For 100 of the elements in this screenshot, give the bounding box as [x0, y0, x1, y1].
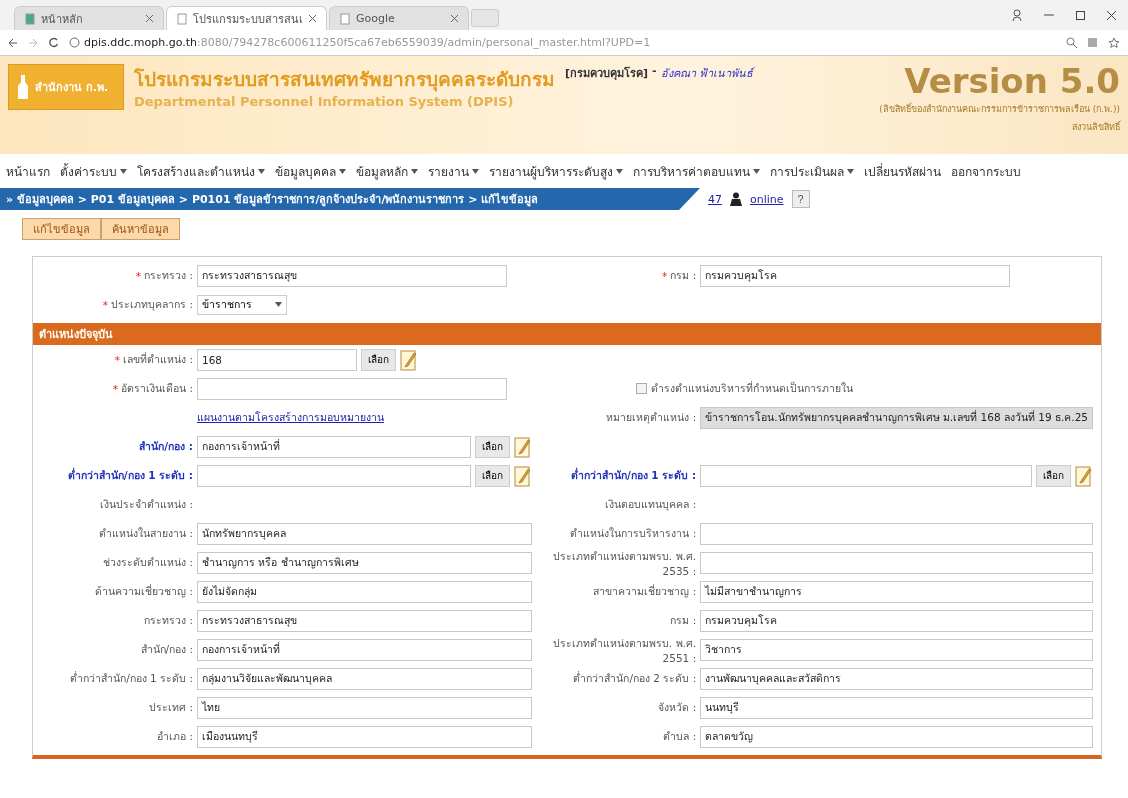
- menu-item[interactable]: รายงาน: [428, 161, 479, 181]
- required-mark: *: [112, 382, 119, 395]
- user-link[interactable]: อังคณา ฟ้าเนาพันธ์: [660, 64, 754, 82]
- breadcrumb: » ข้อมูลบุคคล > P01 ข้อมูลบุคคล > P0101 ข้อมูลข้าราชการ/ลูกจ้างประจำ/พนักงานราชการ > แก้ไขข้อมูล: [0, 188, 700, 210]
- field-label: หมายเหตุตำแหน่ง :: [606, 410, 697, 426]
- field-label: ตำบล :: [663, 729, 697, 744]
- department-name: [กรมควบคุมโรค]: [565, 65, 649, 82]
- browser-tab[interactable]: หน้าหลัก: [14, 6, 164, 30]
- menu-item[interactable]: รายงานผู้บริหารระดับสูง: [489, 161, 623, 181]
- star-icon[interactable]: [1108, 36, 1120, 49]
- browser-tab[interactable]: Google: [329, 6, 469, 30]
- address-bar[interactable]: dpis.ddc.moph.go.th:8080/794278c600611250f5ca67eb6559039/admin/personal_master.html?UPD=1: [69, 32, 1056, 53]
- input-field[interactable]: เมืองนนทบุรี: [197, 725, 533, 748]
- menu-item[interactable]: โครงสร้างและตำแหน่ง: [137, 161, 265, 181]
- field-label: ต่ำกว่าสำนัก/กอง 2 ระดับ :: [573, 670, 697, 686]
- field-label: สาขาความเชี่ยวชาญ :: [593, 583, 697, 600]
- caret-icon: [339, 168, 346, 174]
- edit-icon[interactable]: [514, 464, 533, 487]
- input-field[interactable]: 168: [197, 348, 357, 371]
- input-field[interactable]: [197, 377, 507, 400]
- user-icon[interactable]: [1012, 9, 1022, 21]
- field-label: อัตราเงินเดือน :: [121, 381, 193, 396]
- field-label: ต่ำกว่าสำนัก/กอง 1 ระดับ :: [70, 670, 193, 686]
- input-field[interactable]: กรมควบคุมโรค: [700, 264, 1011, 287]
- input-field[interactable]: ตลาดขวัญ: [700, 725, 1093, 748]
- select-button[interactable]: เลือก: [475, 435, 511, 458]
- input-field[interactable]: [700, 551, 1093, 574]
- input-field[interactable]: กระทรวงสาธารณสุข: [197, 609, 533, 632]
- select-button[interactable]: เลือก: [475, 464, 511, 487]
- menu-item[interactable]: ข้อมูลบุคคล: [275, 161, 346, 181]
- input-field[interactable]: กองการเจ้าหน้าที่: [197, 638, 533, 661]
- section-header: ตำแหน่งปัจจุบัน: [33, 323, 1101, 345]
- field-label: เงินประจำตำแหน่ง :: [100, 497, 193, 512]
- input-field[interactable]: ไม่มีสาขาชำนาญการ: [700, 580, 1093, 603]
- input-field[interactable]: [700, 464, 1032, 487]
- menu-item[interactable]: ออกจากระบบ: [951, 161, 1021, 181]
- reload-icon[interactable]: [48, 37, 59, 48]
- field-label: ประเทศ :: [149, 700, 193, 715]
- input-field[interactable]: ไทย: [197, 696, 533, 719]
- forward-icon[interactable]: [28, 37, 38, 48]
- input-field[interactable]: นนทบุรี: [700, 696, 1093, 719]
- input-field[interactable]: กองการเจ้าหน้าที่: [197, 435, 472, 458]
- menu-item[interactable]: ข้อมูลหลัก: [356, 161, 418, 181]
- close-icon[interactable]: [146, 15, 153, 22]
- input-field[interactable]: นักทรัพยากรบุคคล: [197, 522, 533, 545]
- online-link[interactable]: online: [750, 192, 784, 206]
- caret-icon: [472, 168, 479, 174]
- select-button[interactable]: เลือก: [361, 348, 396, 371]
- input-field[interactable]: งานพัฒนาบุคคลและสวัสดิการ: [700, 667, 1093, 690]
- input-field[interactable]: ข้าราชการโอน.นักทรัพยากรบุคคลชำนาญการพิเศษ ม.เลขที่ 168 ลงวันที่ 19 ธ.ค.25: [700, 406, 1093, 429]
- menu-item[interactable]: การประเมินผล: [770, 161, 854, 181]
- menu-item[interactable]: เปลี่ยนรหัสผ่าน: [864, 161, 941, 181]
- input-field[interactable]: กลุ่มงานวิจัยและพัฒนาบุคคล: [197, 667, 533, 690]
- field-label: กรม :: [670, 613, 697, 628]
- page-icon: [25, 12, 35, 25]
- field-label: เลขที่ตำแหน่ง :: [123, 351, 193, 367]
- input-field[interactable]: [197, 464, 472, 487]
- menu-item[interactable]: การบริหารค่าตอบแทน: [633, 161, 760, 181]
- action-button[interactable]: ค้นหาข้อมูล: [101, 218, 180, 240]
- back-icon[interactable]: [8, 37, 18, 48]
- field-label: ประเภทบุคลากร :: [111, 297, 193, 313]
- copyright-text: สงวนลิขสิทธิ์: [1072, 120, 1120, 134]
- browser-tab[interactable]: โปรแกรมระบบสารสนเ: [166, 6, 327, 30]
- input-field[interactable]: ชำนาญการ หรือ ชำนาญการพิเศษ: [197, 551, 533, 574]
- close-icon[interactable]: [309, 15, 316, 22]
- checkbox[interactable]: [636, 383, 648, 394]
- input-field[interactable]: กระทรวงสาธารณสุข: [197, 264, 507, 287]
- input-field[interactable]: ยังไม่จัดกลุ่ม: [197, 580, 533, 603]
- required-mark: *: [102, 298, 109, 311]
- plan-link[interactable]: แผนงานตามโครงสร้างการมอบหมายงาน: [197, 409, 384, 426]
- caret-icon: [411, 168, 418, 174]
- field-label: จังหวัด :: [658, 700, 697, 715]
- help-button[interactable]: ?: [791, 190, 810, 208]
- caret-icon: [275, 302, 282, 307]
- checkbox-label: ดำรงตำแหน่งบริหารที่กำหนดเป็นการภายใน: [651, 380, 854, 396]
- edit-icon[interactable]: [400, 348, 418, 371]
- edit-icon[interactable]: [514, 435, 533, 458]
- input-field[interactable]: กรมควบคุมโรค: [700, 609, 1093, 632]
- required-mark: *: [114, 353, 121, 366]
- maximize-icon[interactable]: [1076, 10, 1085, 20]
- close-icon[interactable]: [1107, 10, 1116, 20]
- menu-item[interactable]: ตั้งค่าระบบ: [60, 161, 127, 181]
- field-label: ประเภทตำแหน่งตามพรบ. พ.ศ. 2535 :: [551, 549, 697, 577]
- edit-icon[interactable]: [1075, 464, 1093, 487]
- menu-item[interactable]: หน้าแรก: [6, 161, 50, 181]
- zoom-icon[interactable]: [1066, 37, 1077, 48]
- input-field[interactable]: วิชาการ: [700, 638, 1093, 661]
- field-label: กระทรวง :: [144, 268, 193, 283]
- online-count[interactable]: 47: [708, 192, 722, 206]
- select-button[interactable]: เลือก: [1036, 464, 1071, 487]
- action-button[interactable]: แก้ไขข้อมูล: [22, 218, 101, 240]
- select-field[interactable]: ข้าราชการ: [197, 294, 287, 315]
- field-label: ประเภทตำแหน่งตามพรบ. พ.ศ. 2551 :: [551, 636, 697, 664]
- person-icon: [730, 192, 742, 206]
- field-label: ตำแหน่งในสายงาน :: [99, 526, 193, 541]
- input-field[interactable]: [700, 522, 1093, 545]
- caret-icon: [258, 168, 265, 174]
- separator: -: [652, 64, 657, 77]
- field-label: เงินตอบแทนบุคคล :: [605, 497, 697, 513]
- close-icon[interactable]: [451, 15, 458, 22]
